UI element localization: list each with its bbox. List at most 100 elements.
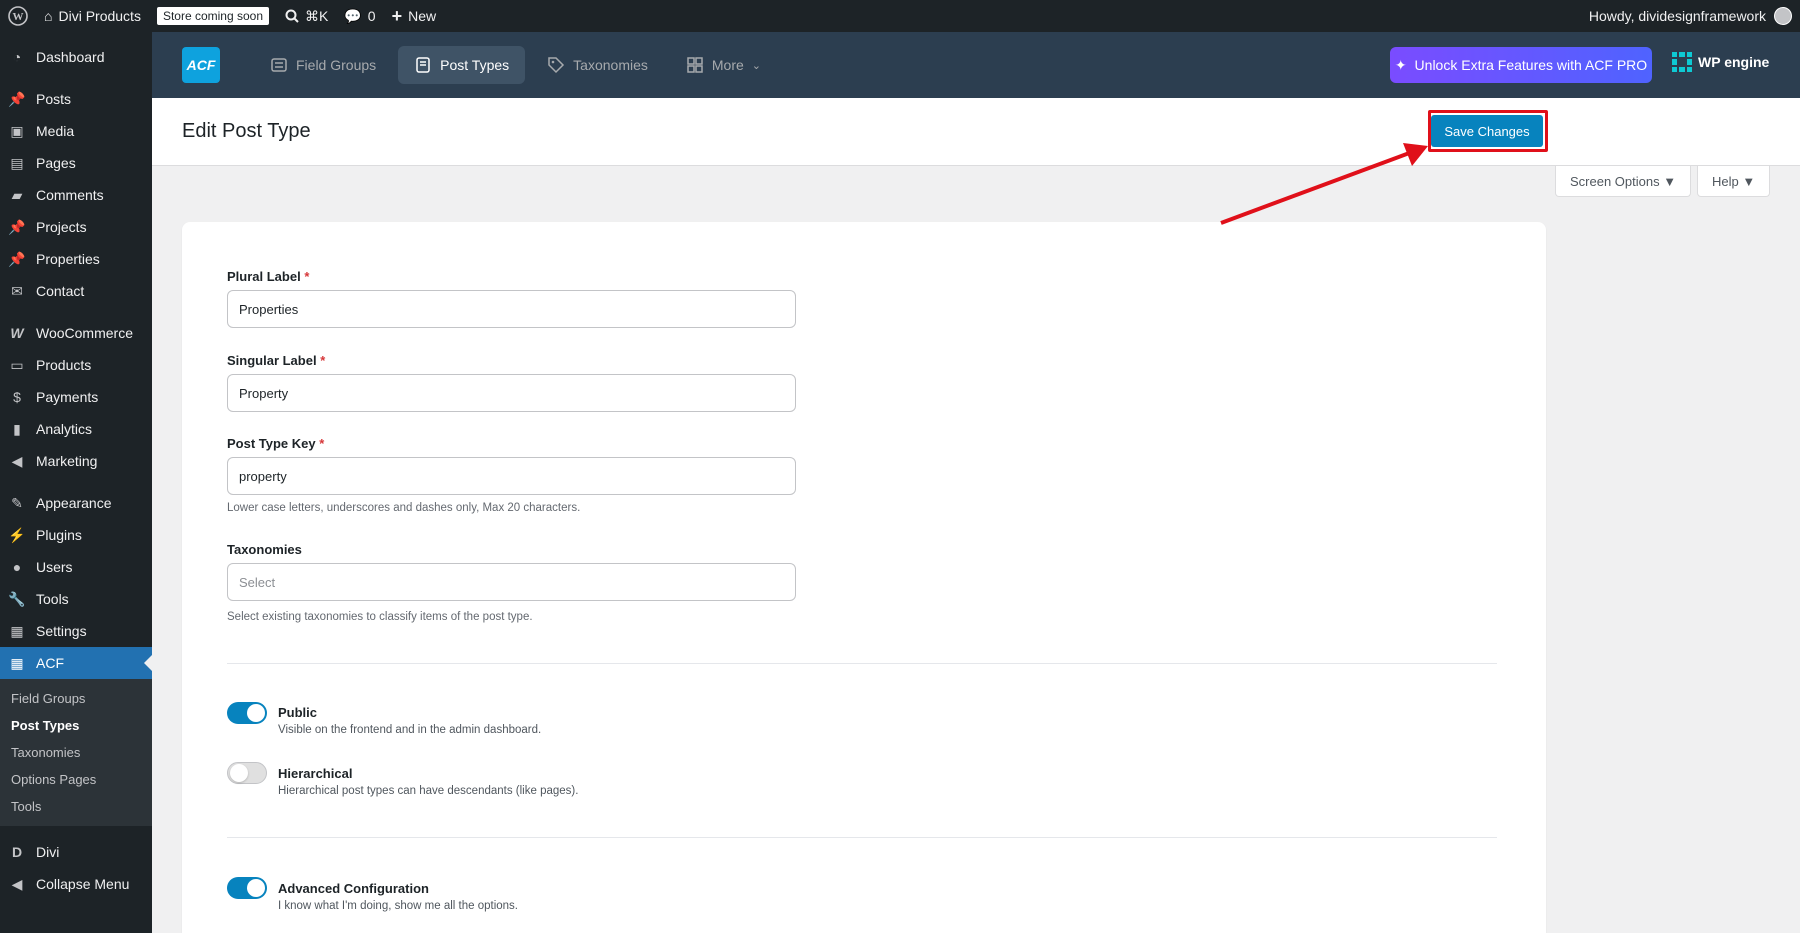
collapse-icon: ◀ — [11, 875, 23, 892]
sidebar-item-label: Tools — [36, 591, 69, 607]
avatar — [1774, 7, 1792, 25]
greeting-text: Howdy, dividesignframework — [1588, 8, 1766, 24]
sidebar-item-analytics[interactable]: ▮ Analytics — [0, 413, 152, 445]
sidebar-item-settings[interactable]: ▦ Settings — [0, 615, 152, 647]
woo-icon: W — [10, 325, 24, 341]
submenu-item-taxonomies[interactable]: Taxonomies — [0, 739, 152, 766]
wpengine-grid-icon — [1672, 52, 1692, 72]
post-type-settings-card: Plural Label * Singular Label * Post Typ… — [182, 222, 1546, 933]
sidebar-item-label: Products — [36, 357, 92, 373]
search-icon — [285, 9, 299, 23]
required-mark: * — [304, 269, 310, 284]
sidebar-item-posts[interactable]: 📌 Posts — [0, 83, 152, 115]
site-name-label: Divi Products — [58, 8, 141, 24]
command-palette-button[interactable]: ⌘K — [277, 0, 336, 32]
section-divider — [227, 663, 1497, 664]
sidebar-item-projects[interactable]: 📌 Projects — [0, 211, 152, 243]
singular-label-heading: Singular Label * — [227, 353, 325, 368]
comments-link[interactable]: 💬 0 — [336, 0, 383, 32]
screen-options-button[interactable]: Screen Options ▼ — [1555, 166, 1692, 197]
admin-sidebar: ◔ Dashboard 📌 Posts ▣ Media ▤ Pages ▰ Comment… — [0, 32, 152, 933]
submenu-item-field-groups[interactable]: Field Groups — [0, 685, 152, 712]
post-type-key-input[interactable] — [227, 457, 796, 495]
save-changes-button[interactable]: Save Changes — [1431, 115, 1543, 147]
sidebar-item-payments[interactable]: $ Payments — [0, 381, 152, 413]
wpengine-logo[interactable]: WP engine — [1672, 52, 1769, 72]
taxonomies-select[interactable] — [227, 563, 796, 601]
sidebar-item-woocommerce[interactable]: W WooCommerce — [0, 317, 152, 349]
store-status-badge[interactable]: Store coming soon — [149, 0, 277, 32]
megaphone-icon: ◀ — [11, 452, 23, 469]
field-groups-icon — [271, 58, 287, 72]
pin-icon: 📌 — [8, 218, 26, 235]
sidebar-item-appearance[interactable]: ✎ Appearance — [0, 487, 152, 519]
submenu-item-post-types[interactable]: Post Types — [0, 712, 152, 739]
media-icon: ▣ — [10, 122, 24, 139]
brush-icon: ✎ — [11, 494, 23, 511]
tab-post-types[interactable]: Post Types — [398, 46, 526, 84]
submenu-item-options-pages[interactable]: Options Pages — [0, 766, 152, 793]
sidebar-item-label: Plugins — [36, 527, 82, 543]
post-types-icon — [416, 57, 430, 73]
singular-label-input[interactable] — [227, 374, 796, 412]
post-type-key-help: Lower case letters, underscores and dash… — [227, 502, 581, 514]
taxonomies-heading: Taxonomies — [227, 542, 302, 557]
sidebar-item-comments[interactable]: ▰ Comments — [0, 179, 152, 211]
tab-more[interactable]: More ⌄ — [670, 46, 777, 84]
site-name-link[interactable]: ⌂ Divi Products — [36, 0, 149, 32]
tab-label: Field Groups — [296, 57, 377, 73]
sidebar-item-label: Users — [36, 559, 73, 575]
acf-submenu: Field Groups Post Types Taxonomies Optio… — [0, 679, 152, 826]
acf-logo[interactable]: ACF — [182, 47, 220, 83]
page-title: Edit Post Type — [182, 120, 311, 142]
hierarchical-toggle[interactable] — [227, 762, 267, 784]
tab-label: Taxonomies — [573, 57, 648, 73]
toggle-knob — [247, 704, 265, 722]
wrench-icon: 🔧 — [8, 590, 26, 607]
sidebar-item-label: ACF — [36, 655, 64, 671]
plural-label-input[interactable] — [227, 290, 796, 328]
sidebar-item-tools[interactable]: 🔧 Tools — [0, 583, 152, 615]
wpengine-label: WP engine — [1698, 54, 1770, 70]
sidebar-item-plugins[interactable]: ⚡ Plugins — [0, 519, 152, 551]
new-content-link[interactable]: + New — [384, 0, 445, 32]
sidebar-item-label: Settings — [36, 623, 87, 639]
help-button[interactable]: Help ▼ — [1697, 166, 1771, 197]
advanced-configuration-toggle[interactable] — [227, 877, 267, 899]
plural-label-heading: Plural Label * — [227, 269, 309, 284]
sidebar-item-marketing[interactable]: ◀ Marketing — [0, 445, 152, 477]
field-label-text: Post Type Key — [227, 436, 316, 451]
tab-field-groups[interactable]: Field Groups — [254, 46, 392, 84]
my-account-link[interactable]: Howdy, dividesignframework — [1589, 7, 1800, 25]
sidebar-item-label: Dashboard — [36, 49, 105, 65]
acf-header: ACF Field Groups Post Types Taxonomies M… — [152, 32, 1800, 98]
toggle-knob — [247, 879, 265, 897]
shortcut-label: ⌘K — [305, 7, 329, 24]
submenu-item-tools[interactable]: Tools — [0, 793, 152, 820]
public-toggle-desc: Visible on the frontend and in the admin… — [278, 724, 542, 736]
tab-label: Post Types — [440, 57, 510, 73]
sidebar-item-label: Posts — [36, 91, 72, 107]
public-toggle-title: Public — [278, 705, 318, 720]
post-type-key-heading: Post Type Key * — [227, 436, 324, 451]
unlock-acf-pro-button[interactable]: ✦ Unlock Extra Features with ACF PRO — [1390, 47, 1652, 83]
sidebar-item-pages[interactable]: ▤ Pages — [0, 147, 152, 179]
new-label: New — [408, 8, 437, 24]
sidebar-item-contact[interactable]: ✉ Contact — [0, 275, 152, 307]
public-toggle[interactable] — [227, 702, 267, 724]
svg-text:W: W — [13, 11, 24, 23]
collapse-menu-button[interactable]: ◀ Collapse Menu — [0, 868, 152, 900]
sidebar-item-products[interactable]: ▭ Products — [0, 349, 152, 381]
required-mark: * — [320, 353, 326, 368]
sidebar-item-media[interactable]: ▣ Media — [0, 115, 152, 147]
sidebar-item-dashboard[interactable]: ◔ Dashboard — [0, 41, 152, 73]
sidebar-item-properties[interactable]: 📌 Properties — [0, 243, 152, 275]
sidebar-item-label: Appearance — [36, 495, 112, 511]
table-icon: ▦ — [10, 654, 24, 671]
sidebar-item-label: WooCommerce — [36, 325, 133, 341]
wordpress-logo-icon[interactable]: W — [0, 0, 36, 32]
sidebar-item-users[interactable]: ● Users — [0, 551, 152, 583]
sidebar-item-acf[interactable]: ▦ ACF — [0, 647, 152, 679]
sidebar-item-divi[interactable]: D Divi — [0, 836, 152, 868]
tab-taxonomies[interactable]: Taxonomies — [531, 46, 664, 84]
